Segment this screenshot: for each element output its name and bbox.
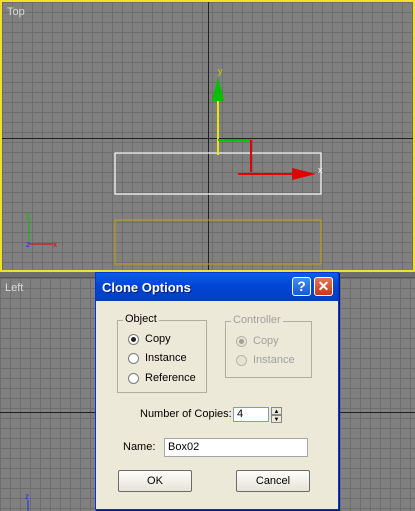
ok-button[interactable]: OK [118,470,192,492]
tripod-z-label: z [26,240,30,249]
gizmo-y-arrow[interactable] [212,77,224,101]
tripod-y-label: y [26,210,30,219]
controller-group-title: Controller [231,314,283,326]
object-copy-radio[interactable] [128,333,139,345]
close-button[interactable]: ✕ [314,277,333,296]
spinner-up-icon[interactable]: ▲ [271,407,282,415]
copies-label: Number of Copies: [140,408,232,420]
controller-group: Controller Copy Instance [225,314,312,378]
gizmo-y-label: y [218,66,223,76]
help-button[interactable]: ? [292,277,311,296]
cancel-button[interactable]: Cancel [236,470,310,492]
clone-options-dialog: Clone Options ? ✕ Object Copy Instance R… [95,272,339,510]
controller-instance-label: Instance [253,354,295,366]
top-viewport[interactable]: Top y x y z x [0,0,415,272]
name-input[interactable]: Box02 [164,438,308,457]
spinner-down-icon[interactable]: ▼ [271,415,282,423]
top-viewport-scene: y x y z x [26,66,323,265]
object-copy-option[interactable]: Copy [128,331,171,347]
object-instance-option[interactable]: Instance [128,350,187,366]
object-instance-label: Instance [145,352,187,364]
copies-input[interactable]: 4 [233,407,269,422]
left-tripod-z-label: z [25,492,29,501]
controller-instance-option: Instance [236,352,295,368]
clone-preview-outline [114,219,322,265]
object-copy-label: Copy [145,333,171,345]
object-group-title: Object [123,313,159,325]
object-reference-option[interactable]: Reference [128,370,196,386]
gizmo-x-label: x [318,165,323,175]
axis-tripod-icon [28,218,53,245]
name-label: Name: [123,441,156,453]
dialog-body: Object Copy Instance Reference Controlle… [96,301,338,509]
object-reference-label: Reference [145,372,196,384]
move-gizmo[interactable] [212,77,316,180]
controller-copy-radio [236,335,247,347]
gizmo-x-arrow[interactable] [292,168,316,180]
object-instance-radio[interactable] [128,352,139,364]
object-reference-radio[interactable] [128,372,139,384]
object-group: Object Copy Instance Reference [117,313,207,393]
dialog-titlebar[interactable]: Clone Options ? ✕ [96,273,338,301]
copies-spinner[interactable]: ▲ ▼ [271,407,282,423]
controller-copy-label: Copy [253,335,279,347]
controller-instance-radio [236,354,247,366]
controller-copy-option: Copy [236,333,279,349]
tripod-x-label: x [53,240,57,249]
dialog-title: Clone Options [102,280,191,295]
